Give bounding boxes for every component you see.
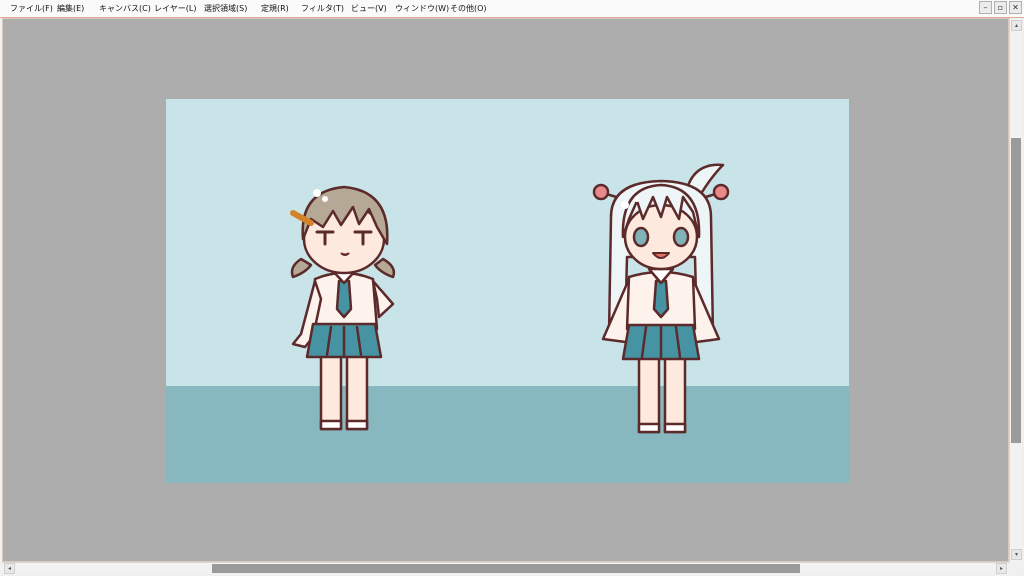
horizontal-scrollbar[interactable]: ◂ ▸ bbox=[2, 562, 1009, 574]
menu-file[interactable]: ファイル(F) bbox=[10, 3, 53, 14]
character-left-illustration bbox=[290, 185, 396, 431]
canvas-floor bbox=[166, 386, 849, 483]
menu-other[interactable]: その他(O) bbox=[450, 3, 487, 14]
canvas-workspace[interactable] bbox=[2, 18, 1009, 562]
menu-selection[interactable]: 選択領域(S) bbox=[204, 3, 247, 14]
menu-view[interactable]: ビュー(V) bbox=[351, 3, 387, 14]
close-button[interactable]: ✕ bbox=[1009, 1, 1022, 14]
scroll-down-arrow[interactable]: ▾ bbox=[1011, 549, 1022, 560]
menu-bar: ファイル(F) 編集(E) キャンバス(C) レイヤー(L) 選択領域(S) 定… bbox=[0, 0, 1024, 18]
horizontal-scroll-thumb[interactable] bbox=[212, 564, 800, 573]
drawing-canvas[interactable] bbox=[166, 99, 849, 483]
menu-layer[interactable]: レイヤー(L) bbox=[154, 3, 196, 14]
menu-filter[interactable]: フィルタ(T) bbox=[301, 3, 344, 14]
scroll-left-arrow[interactable]: ◂ bbox=[4, 563, 15, 574]
minimize-button[interactable]: – bbox=[979, 1, 992, 14]
vertical-scroll-thumb[interactable] bbox=[1011, 138, 1021, 443]
character-right-illustration bbox=[592, 163, 730, 434]
menu-ruler[interactable]: 定規(R) bbox=[261, 3, 289, 14]
restore-button[interactable]: ▫ bbox=[994, 1, 1007, 14]
window-controls: – ▫ ✕ bbox=[979, 1, 1022, 14]
menu-edit[interactable]: 編集(E) bbox=[57, 3, 84, 14]
menu-canvas[interactable]: キャンバス(C) bbox=[99, 3, 151, 14]
menu-window[interactable]: ウィンドウ(W) bbox=[395, 3, 449, 14]
scroll-right-arrow[interactable]: ▸ bbox=[996, 563, 1007, 574]
vertical-scrollbar[interactable]: ▴ ▾ bbox=[1009, 18, 1022, 562]
scroll-up-arrow[interactable]: ▴ bbox=[1011, 20, 1022, 31]
